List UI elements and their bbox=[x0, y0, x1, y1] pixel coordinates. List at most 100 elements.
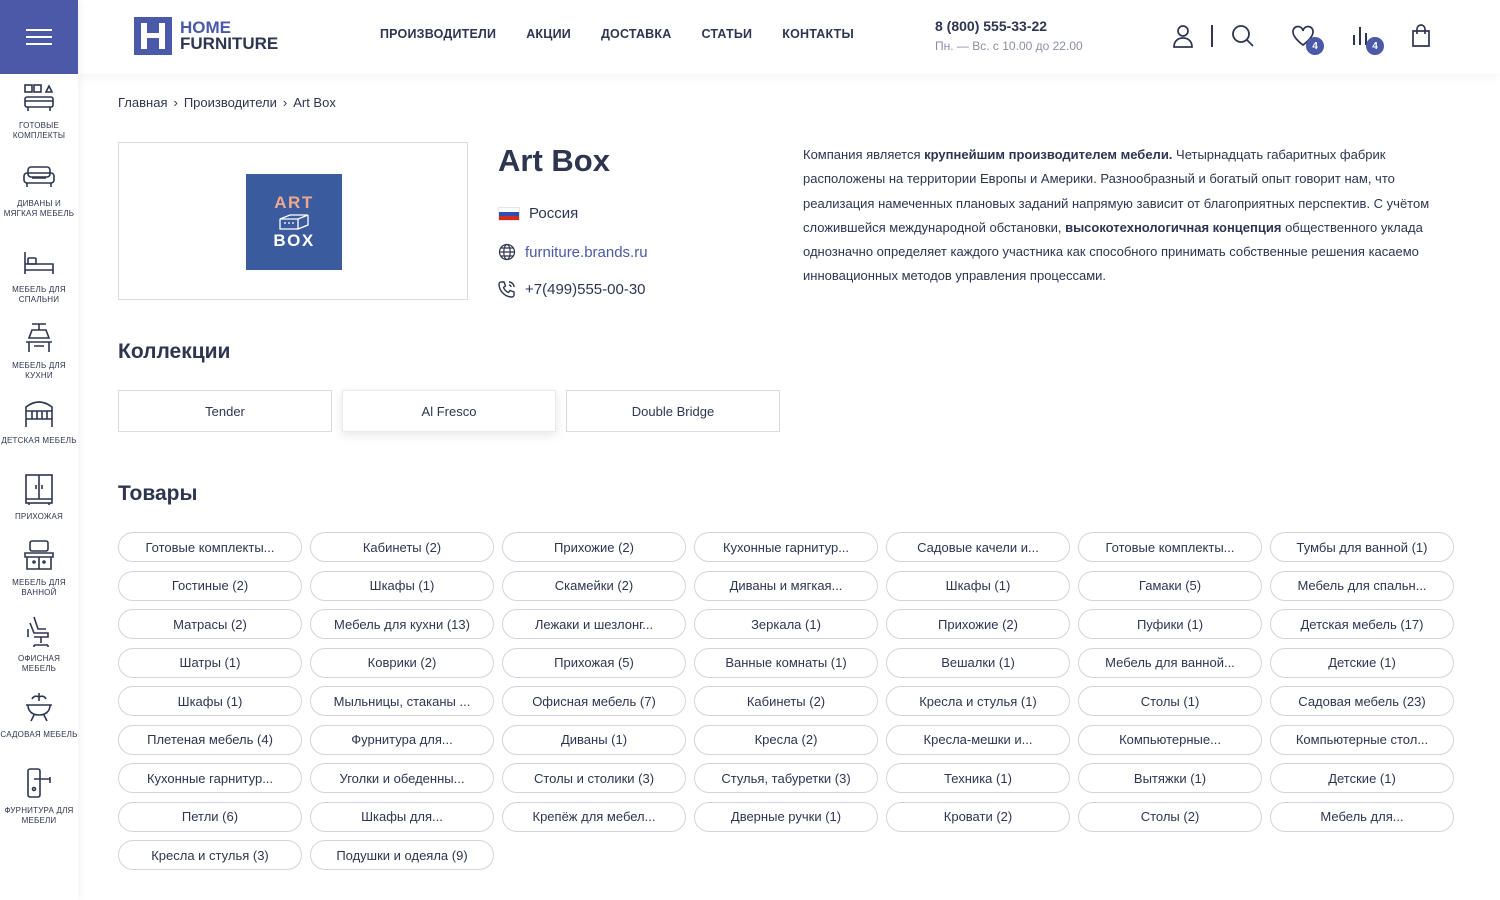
product-tag[interactable]: Готовые комплекты... bbox=[1078, 532, 1262, 562]
breadcrumb-home[interactable]: Главная bbox=[118, 95, 167, 110]
brand-title: Art Box bbox=[498, 143, 610, 178]
product-tag[interactable]: Детские (1) bbox=[1270, 763, 1454, 793]
sidebar-item-label: ДЕТСКАЯ МЕБЕЛЬ bbox=[1, 436, 77, 445]
product-tag[interactable]: Детская мебель (17) bbox=[1270, 609, 1454, 639]
product-tag[interactable]: Шатры (1) bbox=[118, 647, 302, 678]
collection-al-fresco[interactable]: Al Fresco bbox=[342, 390, 556, 432]
sidebar-item-office[interactable]: ОФИСНАЯ МЕБЕЛЬ bbox=[0, 615, 78, 673]
product-tag[interactable]: Вытяжки (1) bbox=[1078, 763, 1262, 793]
product-tag[interactable]: Стулья, табуретки (3) bbox=[694, 763, 878, 793]
nav-contacts[interactable]: КОНТАКТЫ bbox=[782, 27, 854, 41]
sidebar-item-garden[interactable]: САДОВАЯ МЕБЕЛЬ bbox=[0, 691, 78, 740]
product-tag[interactable]: Кресла и стулья (3) bbox=[118, 840, 302, 870]
site-logo[interactable]: HOME FURNITURE bbox=[134, 17, 278, 55]
product-tag[interactable]: Уголки и обеденны... bbox=[310, 763, 494, 793]
product-tag[interactable]: Мебель для спальн... bbox=[1270, 570, 1454, 601]
product-tag[interactable]: Кресла-мешки и... bbox=[886, 724, 1070, 755]
product-tag[interactable]: Детские (1) bbox=[1270, 647, 1454, 678]
sidebar-item-kids[interactable]: ДЕТСКАЯ МЕБЕЛЬ bbox=[0, 397, 78, 446]
product-tag[interactable]: Лежаки и шезлонг... bbox=[502, 609, 686, 639]
nav-manufacturers[interactable]: ПРОИЗВОДИТЕЛИ bbox=[380, 27, 496, 41]
product-tag[interactable]: Компьютерные стол... bbox=[1270, 724, 1454, 755]
product-tag[interactable]: Пуфики (1) bbox=[1078, 609, 1262, 639]
furniture-set-icon bbox=[24, 84, 54, 111]
product-tag[interactable]: Столы (2) bbox=[1078, 801, 1262, 832]
brand-website-link[interactable]: furniture.brands.ru bbox=[525, 244, 648, 261]
shopping-bag-icon bbox=[1412, 24, 1430, 47]
product-tag[interactable]: Петли (6) bbox=[118, 801, 302, 832]
product-tag[interactable]: Кухонные гарнитур... bbox=[118, 763, 302, 793]
product-tag[interactable]: Офисная мебель (7) bbox=[502, 686, 686, 716]
product-tag[interactable]: Садовые качели и... bbox=[886, 532, 1070, 562]
product-tag[interactable]: Мебель для ванной... bbox=[1078, 647, 1262, 678]
product-tag[interactable]: Прихожие (2) bbox=[886, 609, 1070, 639]
search-button[interactable] bbox=[1230, 23, 1256, 49]
sidebar-item-label: МЕБЕЛЬ ДЛЯ КУХНИ bbox=[12, 361, 66, 380]
product-tag[interactable]: Плетеная мебель (4) bbox=[118, 724, 302, 755]
product-tag[interactable]: Тумбы для ванной (1) bbox=[1270, 532, 1454, 562]
product-tag[interactable]: Шкафы (1) bbox=[310, 570, 494, 601]
product-tag[interactable]: Компьютерные... bbox=[1078, 724, 1262, 755]
product-tag[interactable]: Зеркала (1) bbox=[694, 609, 878, 639]
cart-button[interactable] bbox=[1408, 23, 1434, 49]
product-tag[interactable]: Кресла и стулья (1) bbox=[886, 686, 1070, 716]
product-tag[interactable]: Прихожая (5) bbox=[502, 647, 686, 678]
nav-delivery[interactable]: ДОСТАВКА bbox=[601, 27, 672, 41]
product-tag[interactable]: Подушки и одеяла (9) bbox=[310, 840, 494, 870]
product-tag[interactable]: Матрасы (2) bbox=[118, 609, 302, 639]
collection-tender[interactable]: Tender bbox=[118, 390, 332, 432]
product-tag[interactable]: Готовые комплекты... bbox=[118, 532, 302, 562]
product-tag[interactable]: Фурнитура для... bbox=[310, 724, 494, 755]
nav-articles[interactable]: СТАТЬИ bbox=[701, 27, 752, 41]
product-tags: Готовые комплекты... Кабинеты (2) Прихожие… bbox=[118, 532, 1458, 870]
product-tag[interactable]: Диваны (1) bbox=[502, 724, 686, 755]
sidebar-item-hallway[interactable]: ПРИХОЖАЯ bbox=[0, 473, 78, 522]
account-button[interactable] bbox=[1170, 23, 1196, 49]
sidebar-item-sofas[interactable]: ДИВАНЫ И МЯГКАЯ МЕБЕЛЬ bbox=[0, 160, 78, 218]
sidebar-item-bedroom[interactable]: МЕБЕЛЬ ДЛЯ СПАЛЬНИ bbox=[0, 246, 78, 304]
product-tag[interactable]: Кресла (2) bbox=[694, 724, 878, 755]
product-tag[interactable]: Кабинеты (2) bbox=[694, 686, 878, 716]
breadcrumb-manufacturers[interactable]: Производители bbox=[184, 95, 277, 110]
product-tag[interactable]: Диваны и мягкая... bbox=[694, 570, 878, 601]
product-tag[interactable]: Кухонные гарнитур... bbox=[694, 532, 878, 562]
product-tag[interactable]: Столы (1) bbox=[1078, 686, 1262, 716]
phone-icon bbox=[498, 281, 515, 298]
collections-title: Коллекции bbox=[118, 340, 231, 363]
sidebar-item-label: ОФИСНАЯ МЕБЕЛЬ bbox=[17, 654, 61, 673]
brand-logo-frame: ART BOX bbox=[118, 142, 468, 300]
product-tag[interactable]: Столы и столики (3) bbox=[502, 763, 686, 793]
product-tag[interactable]: Техника (1) bbox=[886, 763, 1070, 793]
product-tag[interactable]: Гамаки (5) bbox=[1078, 570, 1262, 601]
sidebar-item-kitchen[interactable]: МЕБЕЛЬ ДЛЯ КУХНИ bbox=[0, 322, 78, 380]
product-tag[interactable]: Вешалки (1) bbox=[886, 647, 1070, 678]
product-tag[interactable]: Дверные ручки (1) bbox=[694, 801, 878, 832]
product-tag[interactable]: Прихожие (2) bbox=[502, 532, 686, 562]
menu-button[interactable] bbox=[0, 0, 78, 74]
product-tag[interactable]: Мебель для... bbox=[1270, 801, 1454, 832]
product-tag[interactable]: Садовая мебель (23) bbox=[1270, 686, 1454, 716]
product-tag[interactable]: Шкафы (1) bbox=[886, 570, 1070, 601]
product-tag[interactable]: Ванные комнаты (1) bbox=[694, 647, 878, 678]
product-tag[interactable]: Крепёж для мебел... bbox=[502, 801, 686, 832]
sidebar-item-fittings[interactable]: ФУРНИТУРА ДЛЯ МЕБЕЛИ bbox=[0, 767, 78, 825]
product-tag[interactable]: Коврики (2) bbox=[310, 647, 494, 678]
brand-website-row: furniture.brands.ru bbox=[498, 243, 648, 261]
header-phone[interactable]: 8 (800) 555-33-22 bbox=[935, 18, 1047, 34]
product-tag[interactable]: Кровати (2) bbox=[886, 801, 1070, 832]
product-tag[interactable]: Гостиные (2) bbox=[118, 570, 302, 601]
wardrobe-icon bbox=[25, 474, 53, 505]
sidebar-item-bathroom[interactable]: МЕБЕЛЬ ДЛЯ ВАННОЙ bbox=[0, 539, 78, 597]
collection-double-bridge[interactable]: Double Bridge bbox=[566, 390, 780, 432]
product-tag[interactable]: Шкафы для... bbox=[310, 801, 494, 832]
product-tag[interactable]: Скамейки (2) bbox=[502, 570, 686, 601]
product-tag[interactable]: Мыльницы, стаканы ... bbox=[310, 686, 494, 716]
product-tag[interactable]: Кабинеты (2) bbox=[310, 532, 494, 562]
sidebar-item-ready-sets[interactable]: ГОТОВЫЕ КОМПЛЕКТЫ bbox=[0, 82, 78, 140]
favorites-button[interactable]: 4 bbox=[1290, 23, 1324, 55]
product-tag[interactable]: Шкафы (1) bbox=[118, 686, 302, 716]
brand-phone[interactable]: +7(499)555-00-30 bbox=[525, 281, 646, 298]
nav-promotions[interactable]: АКЦИИ bbox=[526, 27, 571, 41]
compare-button[interactable]: 4 bbox=[1350, 23, 1384, 55]
product-tag[interactable]: Мебель для кухни (13) bbox=[310, 609, 494, 639]
